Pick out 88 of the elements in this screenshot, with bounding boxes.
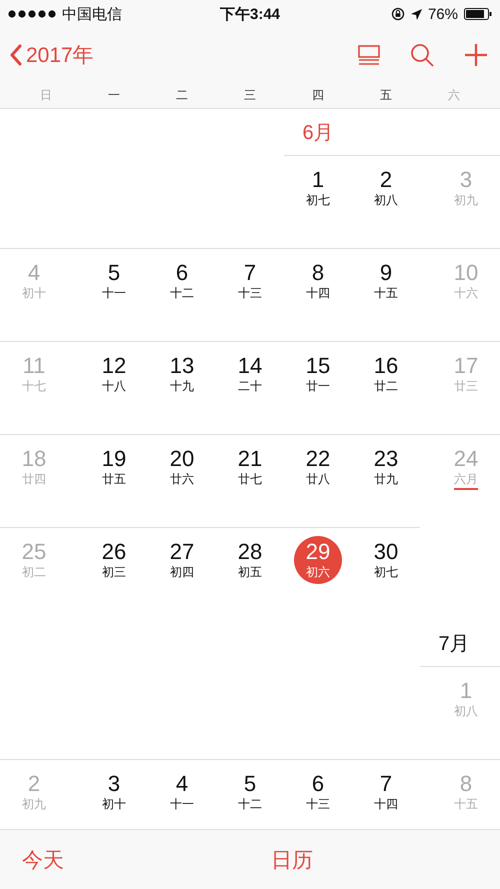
day-number[interactable]: 27	[170, 540, 194, 564]
day-number[interactable]: 1	[312, 168, 324, 192]
lunar-date: 初五	[238, 564, 262, 581]
lunar-date: 廿四	[22, 471, 46, 488]
day-number[interactable]: 21	[238, 447, 262, 471]
lunar-date: 廿七	[238, 471, 262, 488]
lunar-date: 廿一	[306, 378, 330, 395]
lunar-date: 十七	[22, 378, 46, 395]
lunar-date: 初十	[22, 285, 46, 302]
day-number[interactable]: 9	[380, 261, 392, 285]
day-number[interactable]: 5	[244, 772, 256, 796]
carrier-name: 中国电信	[62, 4, 122, 24]
clock-time: 下午3:44	[220, 4, 280, 24]
list-view-button[interactable]	[358, 45, 380, 65]
day-number[interactable]: 19	[102, 447, 126, 471]
month-label: 7月	[438, 632, 470, 656]
lunar-date: 十一	[170, 796, 194, 813]
day-number[interactable]: 4	[176, 772, 188, 796]
day-number[interactable]: 23	[374, 447, 398, 471]
day-number[interactable]: 6	[176, 261, 188, 285]
day-number[interactable]: 7	[244, 261, 256, 285]
signal-icon	[8, 10, 58, 18]
toolbar-button[interactable]: 今天	[22, 846, 64, 874]
day-number[interactable]: 30	[374, 540, 398, 564]
day-number[interactable]: 22	[306, 447, 330, 471]
day-number[interactable]: 6	[312, 772, 324, 796]
lunar-date: 初十	[102, 796, 126, 813]
weekday-label: 三	[244, 86, 256, 104]
lunar-date: 十三	[306, 796, 330, 813]
lunar-date: 初七	[374, 564, 398, 581]
lunar-date: 初八	[454, 703, 478, 720]
day-number[interactable]: 29	[306, 540, 330, 564]
day-number[interactable]: 15	[306, 354, 330, 378]
lunar-date: 二十	[238, 378, 262, 395]
location-arrow-icon	[410, 8, 422, 20]
add-button[interactable]	[464, 43, 488, 67]
lunar-date: 十五	[374, 285, 398, 302]
lunar-date: 初九	[454, 192, 478, 209]
lunar-date: 廿六	[170, 471, 194, 488]
lunar-date: 廿九	[374, 471, 398, 488]
weekday-label: 六	[448, 86, 460, 104]
battery-icon	[464, 8, 492, 20]
day-number[interactable]: 5	[108, 261, 120, 285]
weekday-label: 二	[176, 86, 188, 104]
day-number[interactable]: 2	[380, 168, 392, 192]
day-number[interactable]: 13	[170, 354, 194, 378]
lunar-date: 廿五	[102, 471, 126, 488]
search-button[interactable]	[410, 43, 434, 67]
lunar-date: 廿八	[306, 471, 330, 488]
lunar-date: 十五	[454, 796, 478, 813]
day-number[interactable]: 16	[374, 354, 398, 378]
weekday-label: 四	[312, 86, 324, 104]
back-button[interactable]: 2017年	[10, 41, 94, 69]
lunar-date: 初九	[22, 796, 46, 813]
weekday-label: 一	[108, 86, 120, 104]
day-number[interactable]: 20	[170, 447, 194, 471]
lunar-date: 初三	[102, 564, 126, 581]
lunar-date: 初四	[170, 564, 194, 581]
lunar-date: 廿二	[374, 378, 398, 395]
lunar-date: 十二	[238, 796, 262, 813]
day-number[interactable]: 28	[238, 540, 262, 564]
day-number[interactable]: 12	[102, 354, 126, 378]
lunar-date: 六月	[454, 471, 478, 490]
lunar-date: 十六	[454, 285, 478, 302]
weekday-label: 五	[380, 86, 392, 104]
day-number[interactable]: 8	[312, 261, 324, 285]
lunar-date: 十一	[102, 285, 126, 302]
lunar-date: 初二	[22, 564, 46, 581]
month-label: 6月	[302, 120, 334, 146]
chevron-left-icon	[10, 44, 22, 66]
rotation-lock-icon	[390, 7, 405, 21]
battery-percent: 76%	[428, 6, 458, 22]
day-number[interactable]: 14	[238, 354, 262, 378]
lunar-date: 十二	[170, 285, 194, 302]
day-number[interactable]: 26	[102, 540, 126, 564]
day-number[interactable]: 7	[380, 772, 392, 796]
lunar-date: 十九	[170, 378, 194, 395]
weekday-label: 日	[40, 86, 52, 104]
lunar-date: 十四	[374, 796, 398, 813]
lunar-date: 廿三	[454, 378, 478, 395]
lunar-date: 十三	[238, 285, 262, 302]
lunar-date: 初六	[306, 564, 330, 580]
lunar-date: 十八	[102, 378, 126, 395]
lunar-date: 初七	[306, 192, 330, 209]
lunar-date: 十四	[306, 285, 330, 302]
day-number[interactable]: 3	[108, 772, 120, 796]
toolbar-button[interactable]: 日历	[271, 846, 313, 874]
lunar-date: 初八	[374, 192, 398, 209]
